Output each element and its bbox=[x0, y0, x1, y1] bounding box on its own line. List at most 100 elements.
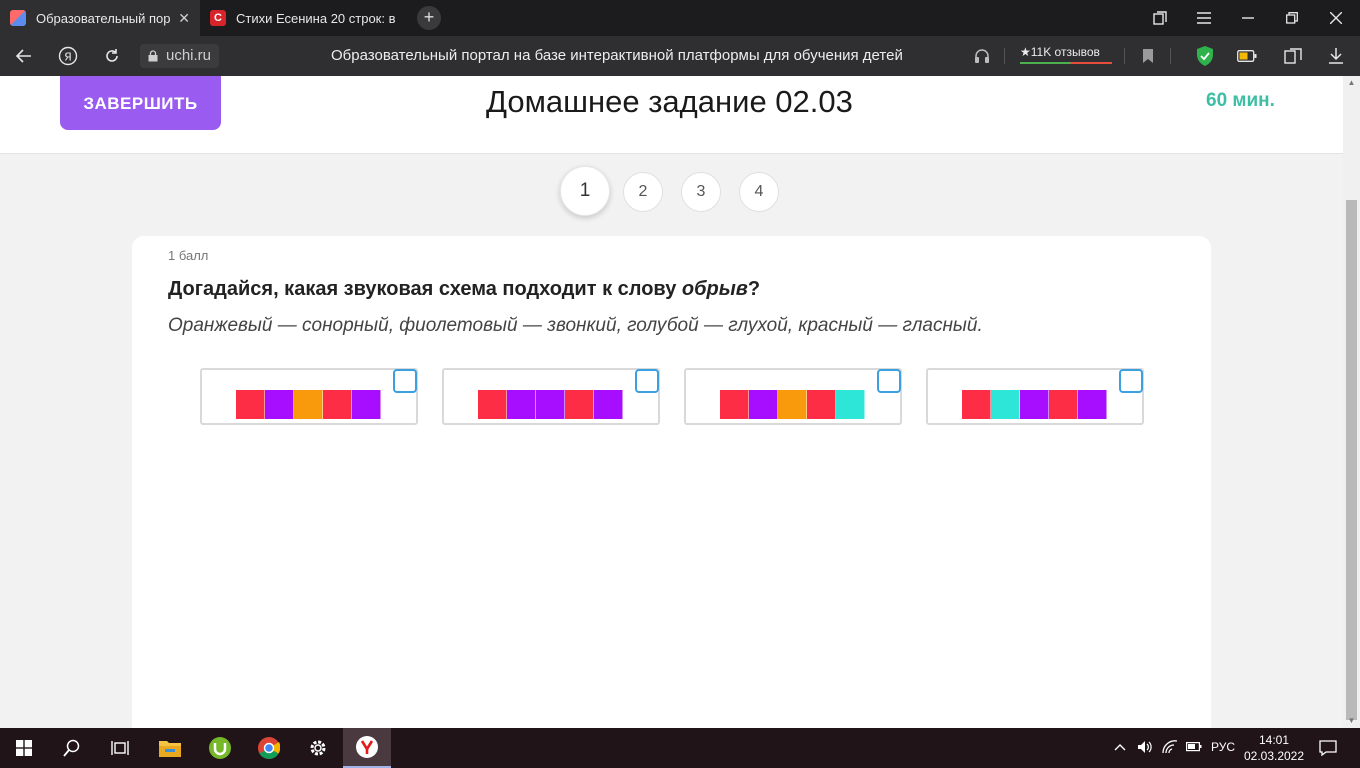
wifi-icon[interactable] bbox=[1162, 740, 1178, 757]
option-checkbox[interactable] bbox=[1119, 369, 1143, 393]
url-field[interactable]: uchi.ru bbox=[140, 44, 220, 68]
tab-title: Образовательный порт bbox=[36, 10, 171, 26]
chrome-icon[interactable] bbox=[245, 728, 293, 768]
answer-option-1[interactable] bbox=[200, 368, 418, 425]
reviews-badge[interactable]: ★11K отзывов bbox=[1020, 45, 1112, 64]
yandex-icon[interactable]: Я bbox=[56, 44, 80, 68]
back-icon[interactable] bbox=[12, 44, 36, 68]
page-button-2[interactable]: 2 bbox=[623, 172, 663, 212]
uchi-favicon-icon bbox=[10, 10, 26, 26]
sound-cell-red bbox=[720, 390, 749, 419]
question-word: обрыв bbox=[681, 278, 748, 300]
question-text: Догадайся, какая звуковая схема подходит… bbox=[168, 278, 760, 301]
close-window-icon[interactable] bbox=[1314, 0, 1358, 36]
answer-option-4[interactable] bbox=[926, 368, 1144, 425]
headphones-icon[interactable] bbox=[972, 44, 992, 68]
battery-icon[interactable] bbox=[1186, 740, 1202, 755]
sound-cell-red bbox=[323, 390, 352, 419]
file-explorer-icon[interactable] bbox=[146, 728, 194, 768]
divider bbox=[1170, 48, 1171, 64]
sound-cell-purple bbox=[507, 390, 536, 419]
sound-scheme bbox=[720, 390, 865, 419]
battery-saver-icon[interactable] bbox=[1236, 44, 1258, 68]
sound-cell-red bbox=[1049, 390, 1078, 419]
question-suffix: ? bbox=[747, 278, 761, 300]
svg-text:Я: Я bbox=[64, 51, 72, 64]
sound-cell-cyan bbox=[836, 390, 865, 419]
answer-option-3[interactable] bbox=[684, 368, 902, 425]
sound-cell-purple bbox=[536, 390, 565, 419]
sound-cell-orange bbox=[294, 390, 323, 419]
sound-cell-purple bbox=[749, 390, 778, 419]
tab-esenin[interactable]: С Стихи Есенина 20 строк: в bbox=[200, 0, 405, 36]
site-favicon-icon: С bbox=[210, 10, 226, 26]
tabs-manager-icon[interactable] bbox=[1138, 0, 1182, 36]
search-icon[interactable] bbox=[48, 728, 96, 768]
settings-gear-icon[interactable] bbox=[294, 728, 342, 768]
utorrent-icon[interactable] bbox=[196, 728, 244, 768]
sound-cell-red bbox=[962, 390, 991, 419]
sound-cell-purple bbox=[1020, 390, 1049, 419]
tab-title: Стихи Есенина 20 строк: в bbox=[236, 10, 395, 26]
page-scrollbar[interactable]: ▲ ▼ bbox=[1343, 76, 1360, 728]
color-legend-hint: Оранжевый — сонорный, фиолетовый — звонк… bbox=[168, 315, 983, 336]
volume-icon[interactable] bbox=[1137, 740, 1153, 757]
homework-title: Домашнее задание 02.03 bbox=[486, 84, 853, 119]
sound-cell-purple bbox=[265, 390, 294, 419]
restore-icon[interactable] bbox=[1270, 0, 1314, 36]
page-title-bar: Образовательный портал на базе интеракти… bbox=[331, 47, 903, 64]
divider bbox=[1124, 48, 1125, 64]
task-view-icon[interactable] bbox=[96, 728, 144, 768]
menu-icon[interactable] bbox=[1182, 0, 1226, 36]
rating-bar bbox=[1020, 62, 1112, 64]
address-bar: Я uchi.ru Образовательный портал на базе… bbox=[0, 36, 1360, 76]
sound-cell-cyan bbox=[991, 390, 1020, 419]
sound-cell-purple bbox=[1078, 390, 1107, 419]
sound-cell-red bbox=[478, 390, 507, 419]
task-card: 1 балл Догадайся, какая звуковая схема п… bbox=[132, 236, 1211, 728]
timer: 60 мин. bbox=[1206, 90, 1275, 111]
option-checkbox[interactable] bbox=[877, 369, 901, 393]
sound-cell-red bbox=[565, 390, 594, 419]
option-checkbox[interactable] bbox=[393, 369, 417, 393]
sound-cell-purple bbox=[594, 390, 623, 419]
sound-cell-purple bbox=[352, 390, 381, 419]
downloads-icon[interactable] bbox=[1326, 44, 1346, 68]
sound-cell-red bbox=[807, 390, 836, 419]
divider bbox=[1004, 48, 1005, 64]
windows-start-icon[interactable] bbox=[0, 728, 48, 768]
clock-date: 02.03.2022 bbox=[1243, 749, 1305, 763]
page-button-3[interactable]: 3 bbox=[681, 172, 721, 212]
sound-cell-orange bbox=[778, 390, 807, 419]
question-prefix: Догадайся, какая звуковая схема подходит… bbox=[168, 278, 682, 300]
scrollbar-thumb[interactable] bbox=[1346, 200, 1357, 720]
show-hidden-icons-icon[interactable] bbox=[1114, 740, 1126, 754]
sound-cell-red bbox=[236, 390, 265, 419]
scroll-up-icon[interactable]: ▲ bbox=[1343, 76, 1360, 90]
scroll-down-icon[interactable]: ▼ bbox=[1343, 714, 1360, 728]
page-button-1[interactable]: 1 bbox=[560, 166, 610, 216]
new-tab-button[interactable]: + bbox=[417, 6, 441, 30]
minimize-icon[interactable] bbox=[1226, 0, 1270, 36]
sound-scheme bbox=[236, 390, 381, 419]
sound-scheme bbox=[478, 390, 623, 419]
windows-taskbar: РУС 14:01 02.03.2022 bbox=[0, 728, 1360, 768]
close-tab-icon[interactable]: ✕ bbox=[178, 10, 190, 27]
answer-option-2[interactable] bbox=[442, 368, 660, 425]
sound-scheme bbox=[962, 390, 1107, 419]
notifications-icon[interactable] bbox=[1319, 740, 1337, 759]
option-checkbox[interactable] bbox=[635, 369, 659, 393]
system-clock[interactable]: 14:01 02.03.2022 bbox=[1240, 732, 1308, 764]
language-indicator[interactable]: РУС bbox=[1211, 740, 1235, 754]
protect-shield-icon[interactable] bbox=[1194, 44, 1216, 68]
finish-button[interactable]: ЗАВЕРШИТЬ bbox=[60, 76, 221, 130]
homework-header: ЗАВЕРШИТЬ Домашнее задание 02.03 60 мин. bbox=[0, 76, 1343, 154]
reload-icon[interactable] bbox=[100, 44, 124, 68]
collections-icon[interactable] bbox=[1282, 44, 1304, 68]
bookmark-icon[interactable] bbox=[1138, 44, 1158, 68]
reviews-label: ★11K отзывов bbox=[1020, 45, 1100, 59]
yandex-browser-icon[interactable] bbox=[343, 728, 391, 768]
page-button-4[interactable]: 4 bbox=[739, 172, 779, 212]
tab-uchi[interactable]: Образовательный порт ✕ bbox=[0, 0, 200, 36]
page-viewport: ЗАВЕРШИТЬ Домашнее задание 02.03 60 мин.… bbox=[0, 76, 1343, 728]
